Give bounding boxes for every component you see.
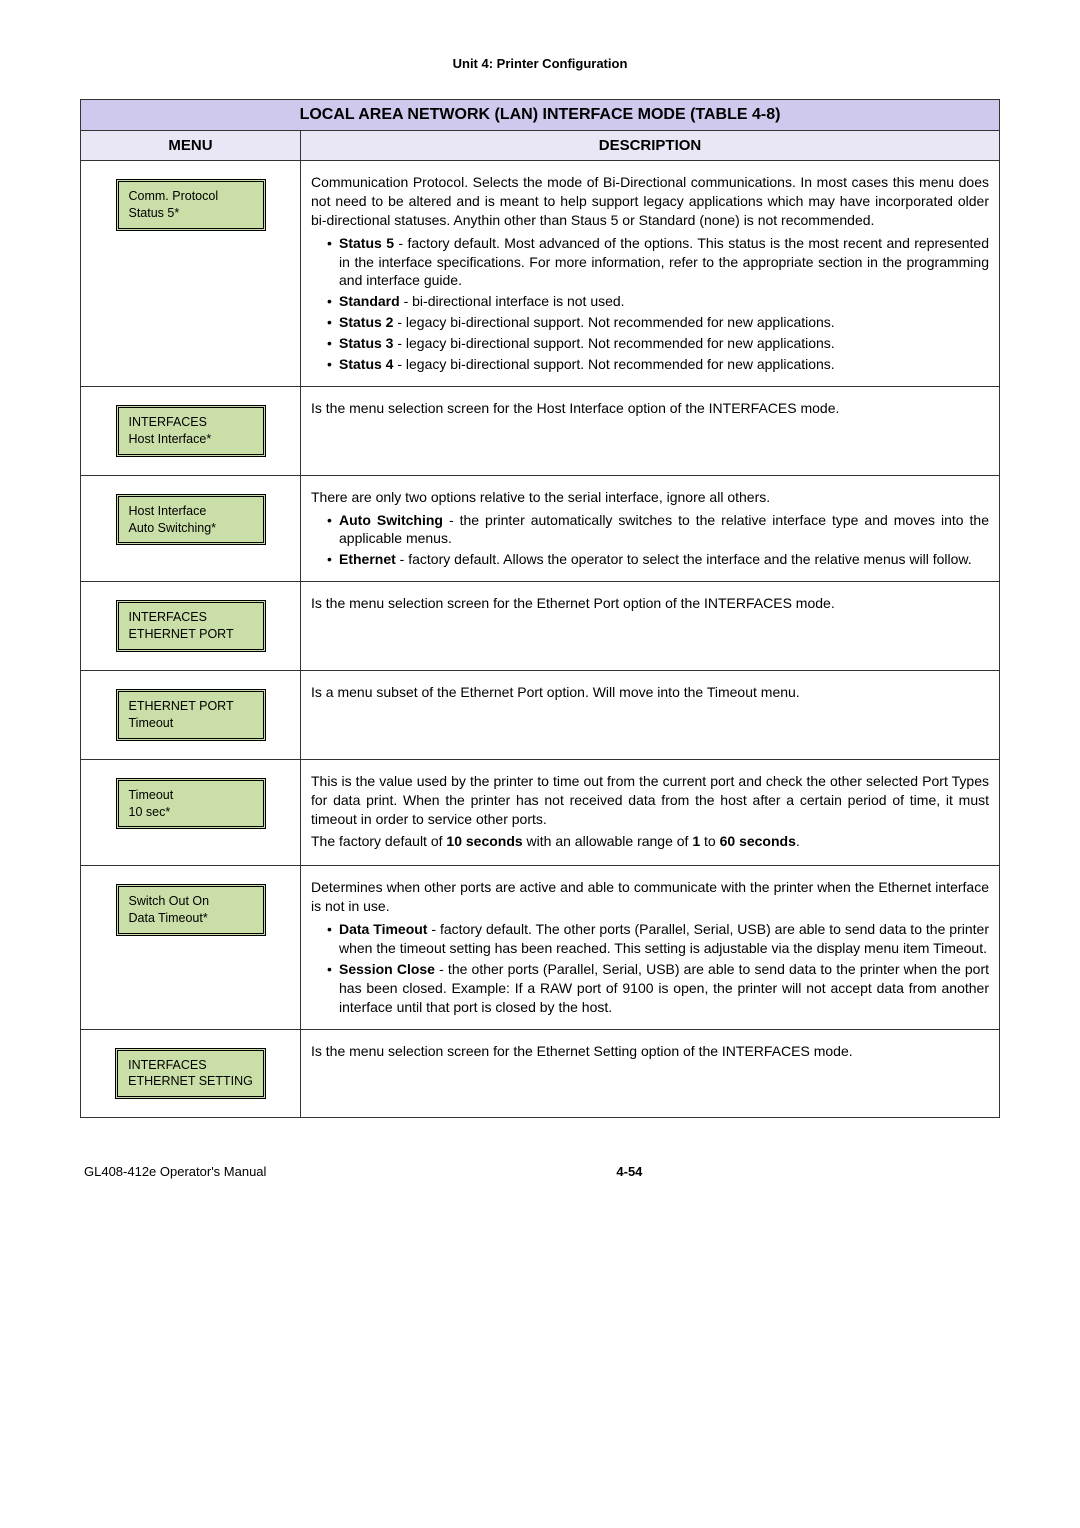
table-header-row: MENU DESCRIPTION [81,131,1000,161]
bullet-item: Status 4 - legacy bi-directional support… [327,355,989,374]
lcd-line1: INTERFACES [128,1057,253,1074]
desc-intro: Is the menu selection screen for the Eth… [311,1042,989,1061]
table-row: Timeout 10 sec* This is the value used b… [81,759,1000,866]
lcd-display: INTERFACES ETHERNET SETTING [115,1048,266,1100]
footer-manual-title: GL408-412e Operator's Manual [84,1164,266,1179]
lcd-line2: Timeout [129,715,253,732]
bullet-item: Ethernet - factory default. Allows the o… [327,550,989,569]
desc-bullets: Auto Switching - the printer automatical… [311,511,989,570]
desc-intro: Determines when other ports are active a… [311,878,989,916]
lcd-display: Timeout 10 sec* [116,778,266,830]
lcd-line2: 10 sec* [129,804,253,821]
lcd-line1: ETHERNET PORT [129,698,253,715]
lcd-display: INTERFACES ETHERNET PORT [116,600,266,652]
table-title-row: LOCAL AREA NETWORK (LAN) INTERFACE MODE … [81,100,1000,131]
desc-intro: Is a menu subset of the Ethernet Port op… [311,683,989,702]
desc-intro: Is the menu selection screen for the Hos… [311,399,989,418]
table-row: Host Interface Auto Switching* There are… [81,475,1000,582]
table-row: INTERFACES ETHERNET SETTING Is the menu … [81,1029,1000,1118]
lcd-display: Switch Out On Data Timeout* [116,884,266,936]
table-title: LOCAL AREA NETWORK (LAN) INTERFACE MODE … [81,100,1000,131]
lcd-line2: ETHERNET PORT [129,626,253,643]
bullet-item: Session Close - the other ports (Paralle… [327,960,989,1017]
lcd-line1: Switch Out On [129,893,253,910]
lcd-line2: Status 5* [129,205,253,222]
bullet-item: Status 3 - legacy bi-directional support… [327,334,989,353]
lcd-line2: Host Interface* [129,431,253,448]
page-footer: GL408-412e Operator's Manual 4-54 . [80,1164,1000,1179]
col-desc-header: DESCRIPTION [301,131,1000,161]
unit-header: Unit 4: Printer Configuration [80,56,1000,71]
lcd-display: Comm. Protocol Status 5* [116,179,266,231]
lcd-line2: Data Timeout* [129,910,253,927]
lan-interface-table: LOCAL AREA NETWORK (LAN) INTERFACE MODE … [80,99,1000,1118]
table-row: INTERFACES Host Interface* Is the menu s… [81,386,1000,475]
lcd-line2: ETHERNET SETTING [128,1073,253,1090]
table-row: ETHERNET PORT Timeout Is a menu subset o… [81,670,1000,759]
lcd-display: INTERFACES Host Interface* [116,405,266,457]
lcd-display: Host Interface Auto Switching* [116,494,266,546]
bullet-item: Standard - bi-directional interface is n… [327,292,989,311]
lcd-line1: INTERFACES [129,414,253,431]
desc-intro: Communication Protocol. Selects the mode… [311,173,989,230]
bullet-item: Auto Switching - the printer automatical… [327,511,989,549]
bullet-item: Status 5 - factory default. Most advance… [327,234,989,291]
bullet-item: Status 2 - legacy bi-directional support… [327,313,989,332]
table-row: Switch Out On Data Timeout* Determines w… [81,866,1000,1029]
lcd-line1: Comm. Protocol [129,188,253,205]
desc-outro: The factory default of 10 seconds with a… [311,832,989,851]
lcd-line1: Timeout [129,787,253,804]
desc-bullets: Data Timeout - factory default. The othe… [311,920,989,1016]
table-row: Comm. Protocol Status 5* Communication P… [81,161,1000,387]
desc-intro: Is the menu selection screen for the Eth… [311,594,989,613]
table-row: INTERFACES ETHERNET PORT Is the menu sel… [81,582,1000,671]
footer-page-number: 4-54 [616,1164,642,1179]
desc-intro: There are only two options relative to t… [311,488,989,507]
bullet-item: Data Timeout - factory default. The othe… [327,920,989,958]
lcd-display: ETHERNET PORT Timeout [116,689,266,741]
desc-bullets: Status 5 - factory default. Most advance… [311,234,989,374]
lcd-line1: Host Interface [129,503,253,520]
lcd-line1: INTERFACES [129,609,253,626]
col-menu-header: MENU [81,131,301,161]
lcd-line2: Auto Switching* [129,520,253,537]
desc-intro: This is the value used by the printer to… [311,772,989,829]
